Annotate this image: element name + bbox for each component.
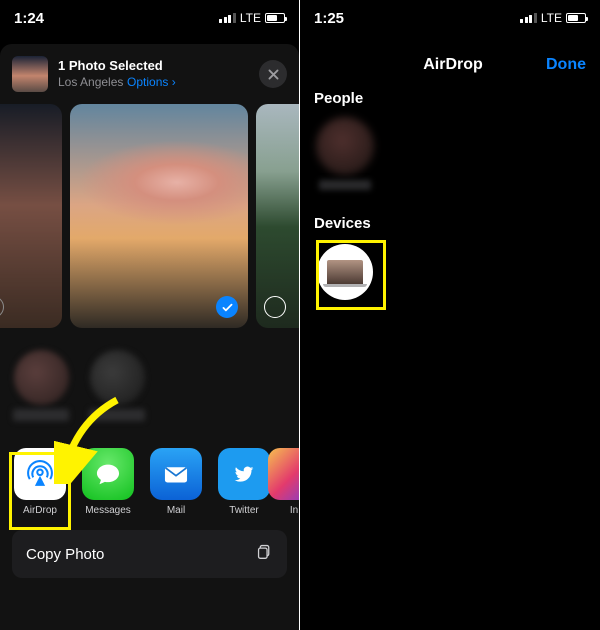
person-label — [319, 180, 371, 190]
devices-section-title: Devices — [300, 205, 600, 238]
photo-item[interactable] — [256, 104, 299, 328]
status-time: 1:25 — [314, 10, 344, 27]
status-bar: 1:25 LTE — [300, 0, 600, 36]
status-time: 1:24 — [14, 10, 44, 27]
twitter-icon — [218, 448, 270, 500]
messages-icon — [82, 448, 134, 500]
network-label: LTE — [541, 11, 562, 25]
signal-icon — [219, 13, 236, 23]
chevron-right-icon: › — [172, 75, 176, 89]
share-sheet: 1 Photo Selected Los Angeles Options › — [0, 44, 299, 630]
share-app-instagram[interactable]: In — [284, 448, 299, 516]
selection-check-icon[interactable] — [216, 296, 238, 318]
close-button[interactable] — [259, 60, 287, 88]
airdrop-screen: 1:25 LTE AirDrop Done People Devices — [300, 0, 600, 630]
selected-thumbnail[interactable] — [12, 56, 48, 92]
share-app-mail[interactable]: Mail — [148, 448, 204, 516]
app-label: Messages — [85, 505, 131, 516]
contact-item[interactable] — [88, 350, 146, 426]
photo-item[interactable] — [0, 104, 62, 328]
copy-photo-action[interactable]: Copy Photo — [12, 530, 287, 578]
selection-ring-icon[interactable] — [0, 296, 4, 318]
action-label: Copy Photo — [26, 546, 104, 563]
status-right: LTE — [219, 11, 285, 25]
avatar — [14, 350, 69, 405]
airdrop-title: AirDrop — [423, 56, 483, 74]
app-label: Twitter — [229, 505, 258, 516]
avatar — [90, 350, 145, 405]
close-icon — [267, 68, 280, 81]
contact-item[interactable] — [12, 350, 70, 426]
battery-icon — [265, 13, 285, 23]
photo-carousel[interactable] — [0, 104, 299, 342]
airdrop-header: AirDrop Done — [300, 42, 600, 80]
macbook-icon — [327, 260, 363, 284]
device-circle — [317, 244, 373, 300]
share-header-text: 1 Photo Selected Los Angeles Options › — [58, 58, 249, 91]
network-label: LTE — [240, 11, 261, 25]
app-label: Mail — [167, 505, 185, 516]
airdrop-devices-row — [300, 238, 600, 306]
status-right: LTE — [520, 11, 586, 25]
avatar — [316, 117, 374, 175]
share-app-messages[interactable]: Messages — [80, 448, 136, 516]
photo-item[interactable] — [70, 104, 248, 328]
share-subtitle: Los Angeles — [58, 75, 123, 89]
share-options-link[interactable]: Options › — [127, 75, 176, 89]
actions-list: Copy Photo — [12, 530, 287, 578]
mail-icon — [150, 448, 202, 500]
instagram-icon — [268, 448, 299, 500]
done-button[interactable]: Done — [546, 56, 586, 74]
share-sheet-screen: 1:24 LTE 1 Photo Selected Los Angeles Op… — [0, 0, 300, 630]
share-title: 1 Photo Selected — [58, 58, 249, 74]
people-section-title: People — [300, 80, 600, 113]
share-apps-row[interactable]: AirDrop Messages Mail Twitter — [12, 448, 299, 516]
airdrop-icon — [14, 448, 66, 500]
share-app-twitter[interactable]: Twitter — [216, 448, 272, 516]
copy-icon — [256, 543, 273, 565]
contacts-row[interactable] — [12, 350, 287, 426]
airdrop-people-row — [300, 113, 600, 205]
airdrop-device[interactable] — [314, 244, 376, 300]
app-label: In — [290, 505, 298, 516]
contact-label — [13, 409, 69, 421]
signal-icon — [520, 13, 537, 23]
airdrop-person[interactable] — [314, 117, 376, 195]
share-header: 1 Photo Selected Los Angeles Options › — [0, 44, 299, 104]
selection-ring-icon[interactable] — [264, 296, 286, 318]
contact-label — [89, 409, 145, 421]
app-label: AirDrop — [23, 505, 57, 516]
status-bar: 1:24 LTE — [0, 0, 299, 36]
share-app-airdrop[interactable]: AirDrop — [12, 448, 68, 516]
battery-icon — [566, 13, 586, 23]
